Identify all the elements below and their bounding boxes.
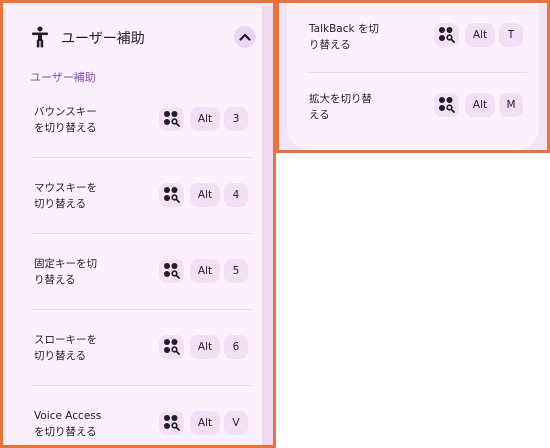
shortcut-label-line: り替える <box>34 274 76 286</box>
alt-key: Alt <box>465 23 495 47</box>
shortcut-label-line: 拡大を切り替 <box>309 93 372 105</box>
shortcut-key: 3 <box>224 107 248 131</box>
shortcut-label: バウンスキー を切り替える <box>34 104 97 136</box>
shortcut-key: T <box>499 23 523 47</box>
shortcut-label-line: 固定キーを切 <box>34 258 97 270</box>
shortcut-label-line: マウスキーを <box>34 182 97 194</box>
header-title: ユーザー補助 <box>61 31 145 47</box>
shortcut-key: M <box>499 93 523 117</box>
launcher-key <box>159 107 184 131</box>
launcher-search-icon <box>164 415 180 431</box>
shortcut-key: V <box>224 411 248 435</box>
alt-key: Alt <box>190 183 220 207</box>
right-panel: TalkBack を切 り替える Alt T 拡大を切り替 える Alt M <box>276 0 550 153</box>
launcher-key <box>159 411 184 435</box>
collapse-button[interactable] <box>234 26 256 48</box>
right-shortcut-list: TalkBack を切 り替える Alt T 拡大を切り替 える Alt M <box>287 3 539 150</box>
shortcut-list: ユーザー補助 ユーザー補助 バウンスキー を切り替える Alt 3 マウスキーを 切り替え… <box>6 6 262 445</box>
shortcut-row: TalkBack を切 り替える Alt T <box>287 3 543 73</box>
launcher-search-icon <box>164 111 180 127</box>
shortcut-key: 5 <box>224 259 248 283</box>
scrollbar[interactable] <box>262 6 273 445</box>
launcher-key <box>159 183 184 207</box>
shortcut-label-line: を切り替える <box>34 426 97 438</box>
launcher-key <box>434 93 459 117</box>
shortcut-label-line: り替える <box>309 39 351 51</box>
shortcut-label-line: バウンスキー <box>34 106 97 118</box>
shortcut-row: バウンスキー を切り替える Alt 3 <box>6 82 262 158</box>
launcher-key <box>159 259 184 283</box>
alt-key: Alt <box>190 107 220 131</box>
chevron-up-icon <box>239 33 251 41</box>
shortcut-key: 4 <box>224 183 248 207</box>
launcher-key <box>159 335 184 359</box>
shortcut-label-line: える <box>309 109 330 121</box>
alt-key: Alt <box>465 93 495 117</box>
shortcut-label-line: TalkBack を切 <box>309 23 379 35</box>
shortcut-label: 拡大を切り替 える <box>309 91 372 123</box>
accessibility-header[interactable]: ユーザー補助 <box>6 6 262 66</box>
shortcut-label-line: 切り替える <box>34 198 87 210</box>
shortcut-label: 固定キーを切 り替える <box>34 256 97 288</box>
left-panel: ユーザー補助 ユーザー補助 バウンスキー を切り替える Alt 3 マウスキーを 切り替え… <box>0 0 276 448</box>
shortcut-label-line: Voice Access <box>34 410 102 422</box>
accessibility-person-icon <box>32 26 48 48</box>
shortcut-row: マウスキーを 切り替える Alt 4 <box>6 158 262 234</box>
alt-key: Alt <box>190 259 220 283</box>
launcher-key <box>434 23 459 47</box>
shortcut-label-line: スローキーを <box>34 334 97 346</box>
shortcut-row: スローキーを 切り替える Alt 6 <box>6 310 262 386</box>
alt-key: Alt <box>190 411 220 435</box>
launcher-search-icon <box>439 27 455 43</box>
alt-key: Alt <box>190 335 220 359</box>
shortcut-label: TalkBack を切 り替える <box>309 21 379 53</box>
shortcut-label-line: を切り替える <box>34 122 97 134</box>
shortcut-label: マウスキーを 切り替える <box>34 180 97 212</box>
shortcut-row: 拡大を切り替 える Alt M <box>287 73 543 143</box>
shortcut-key: 6 <box>224 335 248 359</box>
launcher-search-icon <box>164 339 180 355</box>
launcher-search-icon <box>164 263 180 279</box>
launcher-search-icon <box>439 97 455 113</box>
shortcut-row: 固定キーを切 り替える Alt 5 <box>6 234 262 310</box>
launcher-search-icon <box>164 187 180 203</box>
shortcut-row: Voice Access を切り替える Alt V <box>6 386 262 445</box>
shortcut-label: Voice Access を切り替える <box>34 408 101 440</box>
shortcut-label: スローキーを 切り替える <box>34 332 97 364</box>
shortcut-label-line: 切り替える <box>34 350 87 362</box>
